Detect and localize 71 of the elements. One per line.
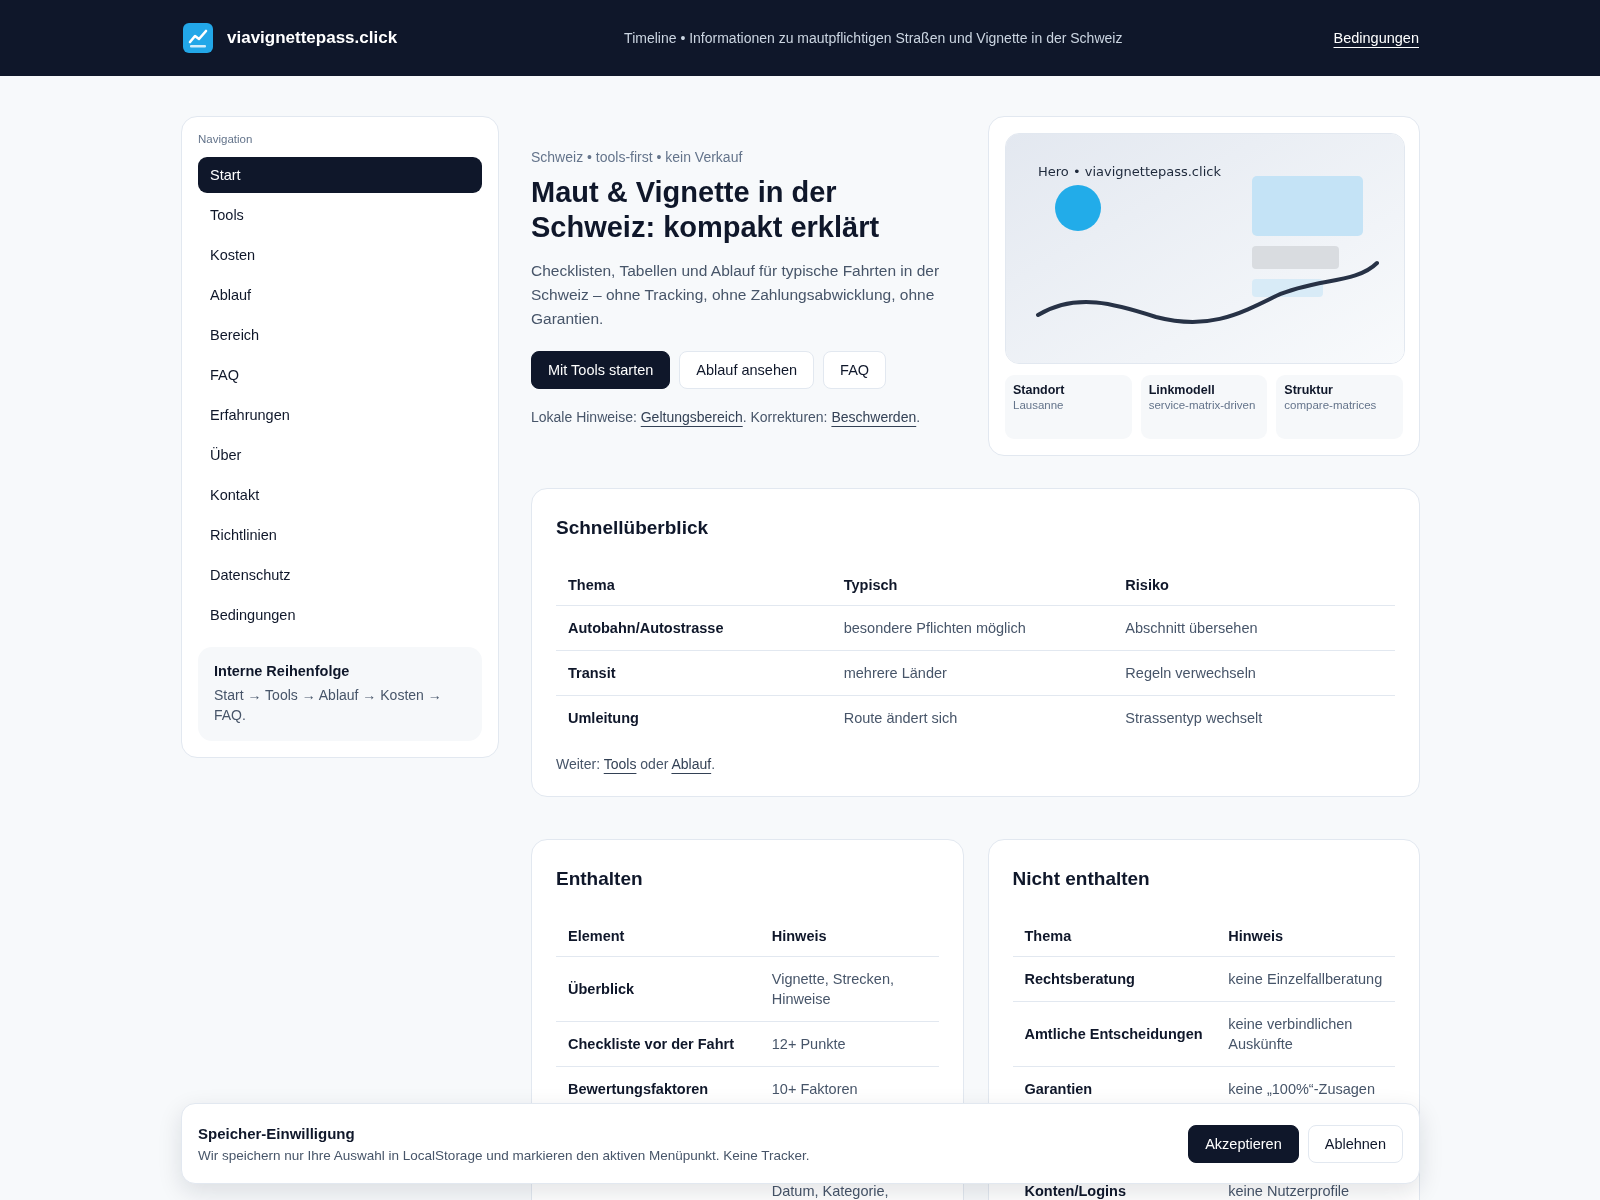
nav-item[interactable]: Über	[198, 437, 482, 473]
note-text: Start → Tools → Ablauf → Kosten → FAQ.	[214, 686, 443, 725]
fact-label: Standort	[1013, 383, 1066, 397]
eyebrow: Schweiz • tools-first • kein Verkauf	[531, 149, 744, 165]
nav-item[interactable]: Kosten	[198, 237, 482, 273]
section-title: Enthalten	[556, 868, 644, 890]
header-link[interactable]: Bedingungen	[1333, 30, 1419, 46]
table-cell: Regeln verwechseln	[1113, 650, 1395, 696]
table-cell: mehrere Länder	[831, 650, 1114, 696]
table-cell: Transit	[556, 650, 832, 696]
nav-item[interactable]: Start	[198, 157, 482, 193]
note-title: Interne Reihenfolge	[214, 663, 351, 679]
site-name: viavignettepass.click	[227, 28, 398, 48]
section-title: Nicht enthalten	[1012, 868, 1151, 890]
table-cell: Vignette, Strecken, Hinweise	[759, 956, 939, 1022]
lead-text: Checklisten, Tabellen und Ablauf für typische Fahrten in der Schweiz – ohne Tracking, ohne Zahlungsabwicklung, ohne Garantien.	[531, 261, 941, 329]
column-header: Element	[556, 916, 760, 957]
column-header: Risiko	[1113, 565, 1395, 606]
nav-item[interactable]: Bereich	[198, 317, 482, 353]
nav-item[interactable]: Richtlinien	[198, 517, 482, 553]
table-cell: Umleitung	[556, 695, 832, 740]
nav-item[interactable]: Datenschutz	[198, 557, 482, 593]
table-cell: keine Einzelfallberatung	[1216, 956, 1395, 1002]
table-cell: 12+ Punkte	[759, 1021, 939, 1067]
column-header: Typisch	[831, 565, 1114, 606]
table-cell: Rechtsberatung	[1012, 956, 1217, 1002]
page-title: Maut & Vignette in der Schweiz: kompakt erklärt	[531, 175, 881, 245]
nav-item[interactable]: Ablauf	[198, 277, 482, 313]
primary-button[interactable]: Akzeptieren	[1188, 1124, 1299, 1163]
hero-hint: Lokale Hinweise: Geltungsbereich. Korrekturen: Beschwerden.	[531, 409, 922, 425]
more-links: Weiter: Tools oder Ablauf.	[556, 756, 717, 772]
fact-label: Linkmodell	[1148, 383, 1216, 397]
nav-item[interactable]: Kontakt	[198, 477, 482, 513]
table-cell: Route ändert sich	[831, 695, 1114, 740]
tagline: Timeline • Informationen zu mautpflichtigen Straßen und Vignette in der Schweiz	[623, 30, 1124, 46]
banner-text: Wir speichern nur Ihre Auswahl in LocalStorage und markieren den aktiven Menüpunkt. Keine Tracker.	[198, 1147, 811, 1163]
table-cell: Checkliste vor der Fahrt	[556, 1021, 760, 1067]
fact-value: service-matrix-driven	[1148, 398, 1257, 413]
table-cell: keine verbindlichen Auskünfte	[1216, 1001, 1395, 1067]
nav-item[interactable]: Tools	[198, 197, 482, 233]
banner-title: Speicher-Einwilligung	[198, 1124, 356, 1142]
fact-label: Struktur	[1284, 383, 1334, 397]
text-link[interactable]: Ablauf	[671, 756, 712, 772]
nav-item[interactable]: Bedingungen	[198, 597, 482, 633]
table-cell: Amtliche Entscheidungen	[1012, 1001, 1217, 1067]
secondary-button[interactable]: Ablauf ansehen	[679, 351, 815, 389]
column-header: Hinweis	[759, 916, 939, 957]
sidebar-heading: Navigation	[198, 133, 254, 145]
secondary-button[interactable]: FAQ	[823, 351, 887, 389]
secondary-button[interactable]: Ablehnen	[1307, 1124, 1403, 1163]
table-cell: besondere Pflichten möglich	[831, 605, 1114, 651]
table-cell: Autobahn/Autostrasse	[556, 605, 832, 651]
primary-button[interactable]: Mit Tools starten	[531, 351, 671, 389]
column-header: Thema	[556, 565, 832, 606]
column-header: Thema	[1012, 916, 1217, 957]
nav-item[interactable]: Erfahrungen	[198, 397, 482, 433]
table-cell: Überblick	[556, 956, 760, 1022]
text-link[interactable]: Tools	[603, 756, 637, 772]
fact-value: compare-matrices	[1284, 398, 1378, 413]
text-link[interactable]: Geltungsbereich	[640, 409, 743, 425]
table-cell-text: Konten/Logins	[1023, 1182, 1127, 1200]
table-cell: Strassentyp wechselt	[1113, 695, 1395, 740]
illustration-caption: Hero • viavignettepass.click	[1038, 164, 1221, 179]
fact-value: Lausanne	[1013, 398, 1065, 413]
table-cell: Abschnitt übersehen	[1113, 605, 1395, 651]
chart-logo-icon	[183, 23, 213, 53]
column-header: Hinweis	[1216, 916, 1395, 957]
nav-item[interactable]: FAQ	[198, 357, 482, 393]
table-cell-text: Datum, Kategorie,	[770, 1182, 890, 1200]
table-cell-text: keine Nutzerprofile	[1227, 1182, 1351, 1200]
section-title: Schnellüberblick	[556, 517, 710, 539]
